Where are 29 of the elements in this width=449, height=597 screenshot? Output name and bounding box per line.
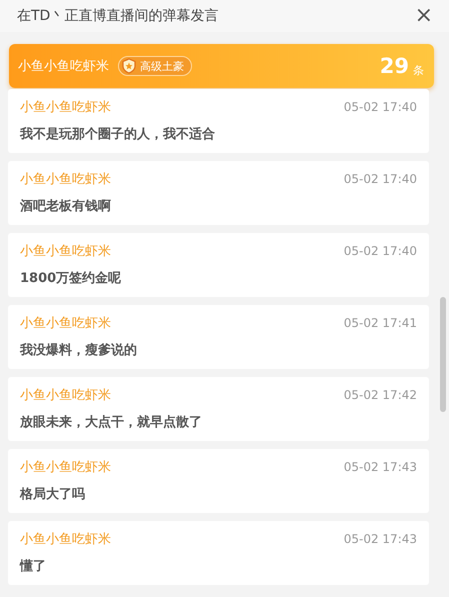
user-name: 小鱼小鱼吃虾米 bbox=[18, 58, 109, 75]
user-name: 小鱼小鱼吃虾米 bbox=[20, 170, 111, 188]
message-time: 05-02 17:40 bbox=[344, 100, 417, 114]
scrollbar-thumb[interactable] bbox=[440, 297, 446, 412]
message-text: 1800万签约金呢 bbox=[20, 270, 122, 287]
user-name: 小鱼小鱼吃虾米 bbox=[20, 314, 111, 332]
count-unit: 条 bbox=[413, 62, 424, 78]
message-text: 我没爆料，瘦爹说的 bbox=[20, 342, 138, 359]
message-time: 05-02 17:43 bbox=[344, 460, 417, 474]
message-text: 我不是玩那个圈子的人，我不适合 bbox=[20, 126, 216, 143]
user-name: 小鱼小鱼吃虾米 bbox=[20, 386, 111, 404]
close-button[interactable]: × bbox=[412, 5, 435, 27]
message-text: 放眼未来，大点干，就早点散了 bbox=[20, 414, 203, 431]
message-text: 懂了 bbox=[20, 558, 47, 575]
level-badge: 高级土豪 bbox=[118, 56, 192, 76]
user-name: 小鱼小鱼吃虾米 bbox=[20, 458, 111, 476]
message-text: 酒吧老板有钱啊 bbox=[20, 198, 112, 215]
message-time: 05-02 17:43 bbox=[344, 532, 417, 546]
message-time: 05-02 17:40 bbox=[344, 244, 417, 258]
message-time: 05-02 17:40 bbox=[344, 172, 417, 186]
user-name: 小鱼小鱼吃虾米 bbox=[20, 530, 111, 548]
user-name: 小鱼小鱼吃虾米 bbox=[20, 98, 111, 116]
message-count: 29 bbox=[380, 54, 409, 78]
shield-icon bbox=[121, 58, 137, 74]
message-time: 05-02 17:41 bbox=[344, 316, 417, 330]
message-time: 05-02 17:42 bbox=[344, 388, 417, 402]
message-text: 格局大了吗 bbox=[20, 486, 86, 503]
dialog-title: 在TD丶正直博直播间的弹幕发言 bbox=[17, 7, 220, 25]
user-name: 小鱼小鱼吃虾米 bbox=[20, 242, 111, 260]
